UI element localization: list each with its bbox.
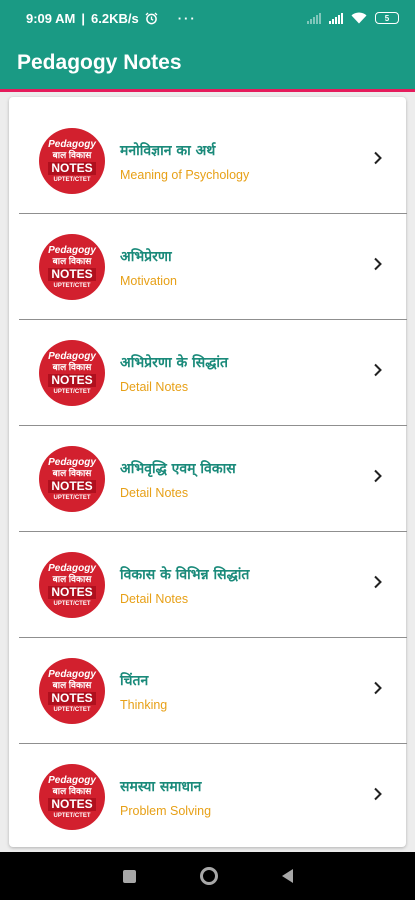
pedagogy-notes-logo: Pedagogy बाल विकास NOTES UPTET/CTET <box>39 764 105 830</box>
list-item-subtitle: Motivation <box>120 274 177 288</box>
pedagogy-notes-logo: Pedagogy बाल विकास NOTES UPTET/CTET <box>39 446 105 512</box>
status-bar: 9:09 AM | 6.2KB/s ··· 5 <box>0 0 415 36</box>
list-item-growth-and-development[interactable]: Pedagogy बाल विकास NOTES UPTET/CTET अभिव… <box>19 426 407 532</box>
circle-icon[interactable] <box>199 867 218 885</box>
battery-icon: 5 <box>375 12 399 24</box>
chevron-right-icon <box>374 575 382 589</box>
wifi-icon <box>351 12 367 24</box>
list-item-subtitle: Detail Notes <box>120 486 189 500</box>
list-item-subtitle: Detail Notes <box>120 380 189 394</box>
app-title: Pedagogy Notes <box>17 50 182 74</box>
signal-icon-sim2 <box>329 12 343 24</box>
list-item-subtitle: Meaning of Psychology <box>120 168 250 182</box>
status-time: 9:09 AM <box>26 10 76 26</box>
signal-icon-sim1 <box>307 12 321 24</box>
list-item-subtitle: Problem Solving <box>120 804 212 818</box>
list-item-subtitle: Detail Notes <box>120 592 189 606</box>
system-nav-bar <box>0 852 415 900</box>
alarm-icon <box>145 12 158 24</box>
more-notifications-indicator: ··· <box>177 10 197 26</box>
pedagogy-notes-logo: Pedagogy बाल विकास NOTES UPTET/CTET <box>39 658 105 724</box>
square-icon[interactable] <box>122 869 136 883</box>
chevron-right-icon <box>374 257 382 271</box>
list-item-title: मनोविज्ञान का अर्थ <box>120 143 216 159</box>
list-item-subtitle: Thinking <box>120 698 168 712</box>
pedagogy-notes-logo: Pedagogy बाल विकास NOTES UPTET/CTET <box>39 340 105 406</box>
pedagogy-notes-logo: Pedagogy बाल विकास NOTES UPTET/CTET <box>39 552 105 618</box>
list-item-title: अभिवृद्धि एवम् विकास <box>120 461 236 477</box>
list-item-title: चिंतन <box>120 673 149 689</box>
notes-list-card: Pedagogy बाल विकास NOTES UPTET/CTET मनोव… <box>9 97 407 850</box>
triangle-back-icon[interactable] <box>281 869 293 883</box>
list-item-development-theories[interactable]: Pedagogy बाल विकास NOTES UPTET/CTET विका… <box>19 532 407 638</box>
chevron-right-icon <box>374 469 382 483</box>
pedagogy-notes-logo: Pedagogy बाल विकास NOTES UPTET/CTET <box>39 234 105 300</box>
chevron-right-icon <box>374 363 382 377</box>
list-item-title: समस्या समाधान <box>120 779 202 795</box>
chevron-right-icon <box>374 787 382 801</box>
chevron-right-icon <box>374 151 382 165</box>
list-item-motivation[interactable]: Pedagogy बाल विकास NOTES UPTET/CTET अभिप… <box>19 214 407 320</box>
list-item-title: अभिप्रेरणा के सिद्धांत <box>120 355 228 371</box>
app-bar: Pedagogy Notes <box>0 36 415 92</box>
list-item-meaning-of-psychology[interactable]: Pedagogy बाल विकास NOTES UPTET/CTET मनोव… <box>19 108 407 214</box>
list-item-thinking[interactable]: Pedagogy बाल विकास NOTES UPTET/CTET चिंत… <box>19 638 407 744</box>
list-item-problem-solving[interactable]: Pedagogy बाल विकास NOTES UPTET/CTET समस्… <box>19 744 407 850</box>
pedagogy-notes-logo: Pedagogy बाल विकास NOTES UPTET/CTET <box>39 128 105 194</box>
list-item-motivation-theories[interactable]: Pedagogy बाल विकास NOTES UPTET/CTET अभिप… <box>19 320 407 426</box>
list-item-title: विकास के विभिन्न सिद्धांत <box>120 567 250 583</box>
chevron-right-icon <box>374 681 382 695</box>
list-item-title: अभिप्रेरणा <box>120 249 172 265</box>
status-net-speed: 6.2KB/s <box>91 10 139 26</box>
